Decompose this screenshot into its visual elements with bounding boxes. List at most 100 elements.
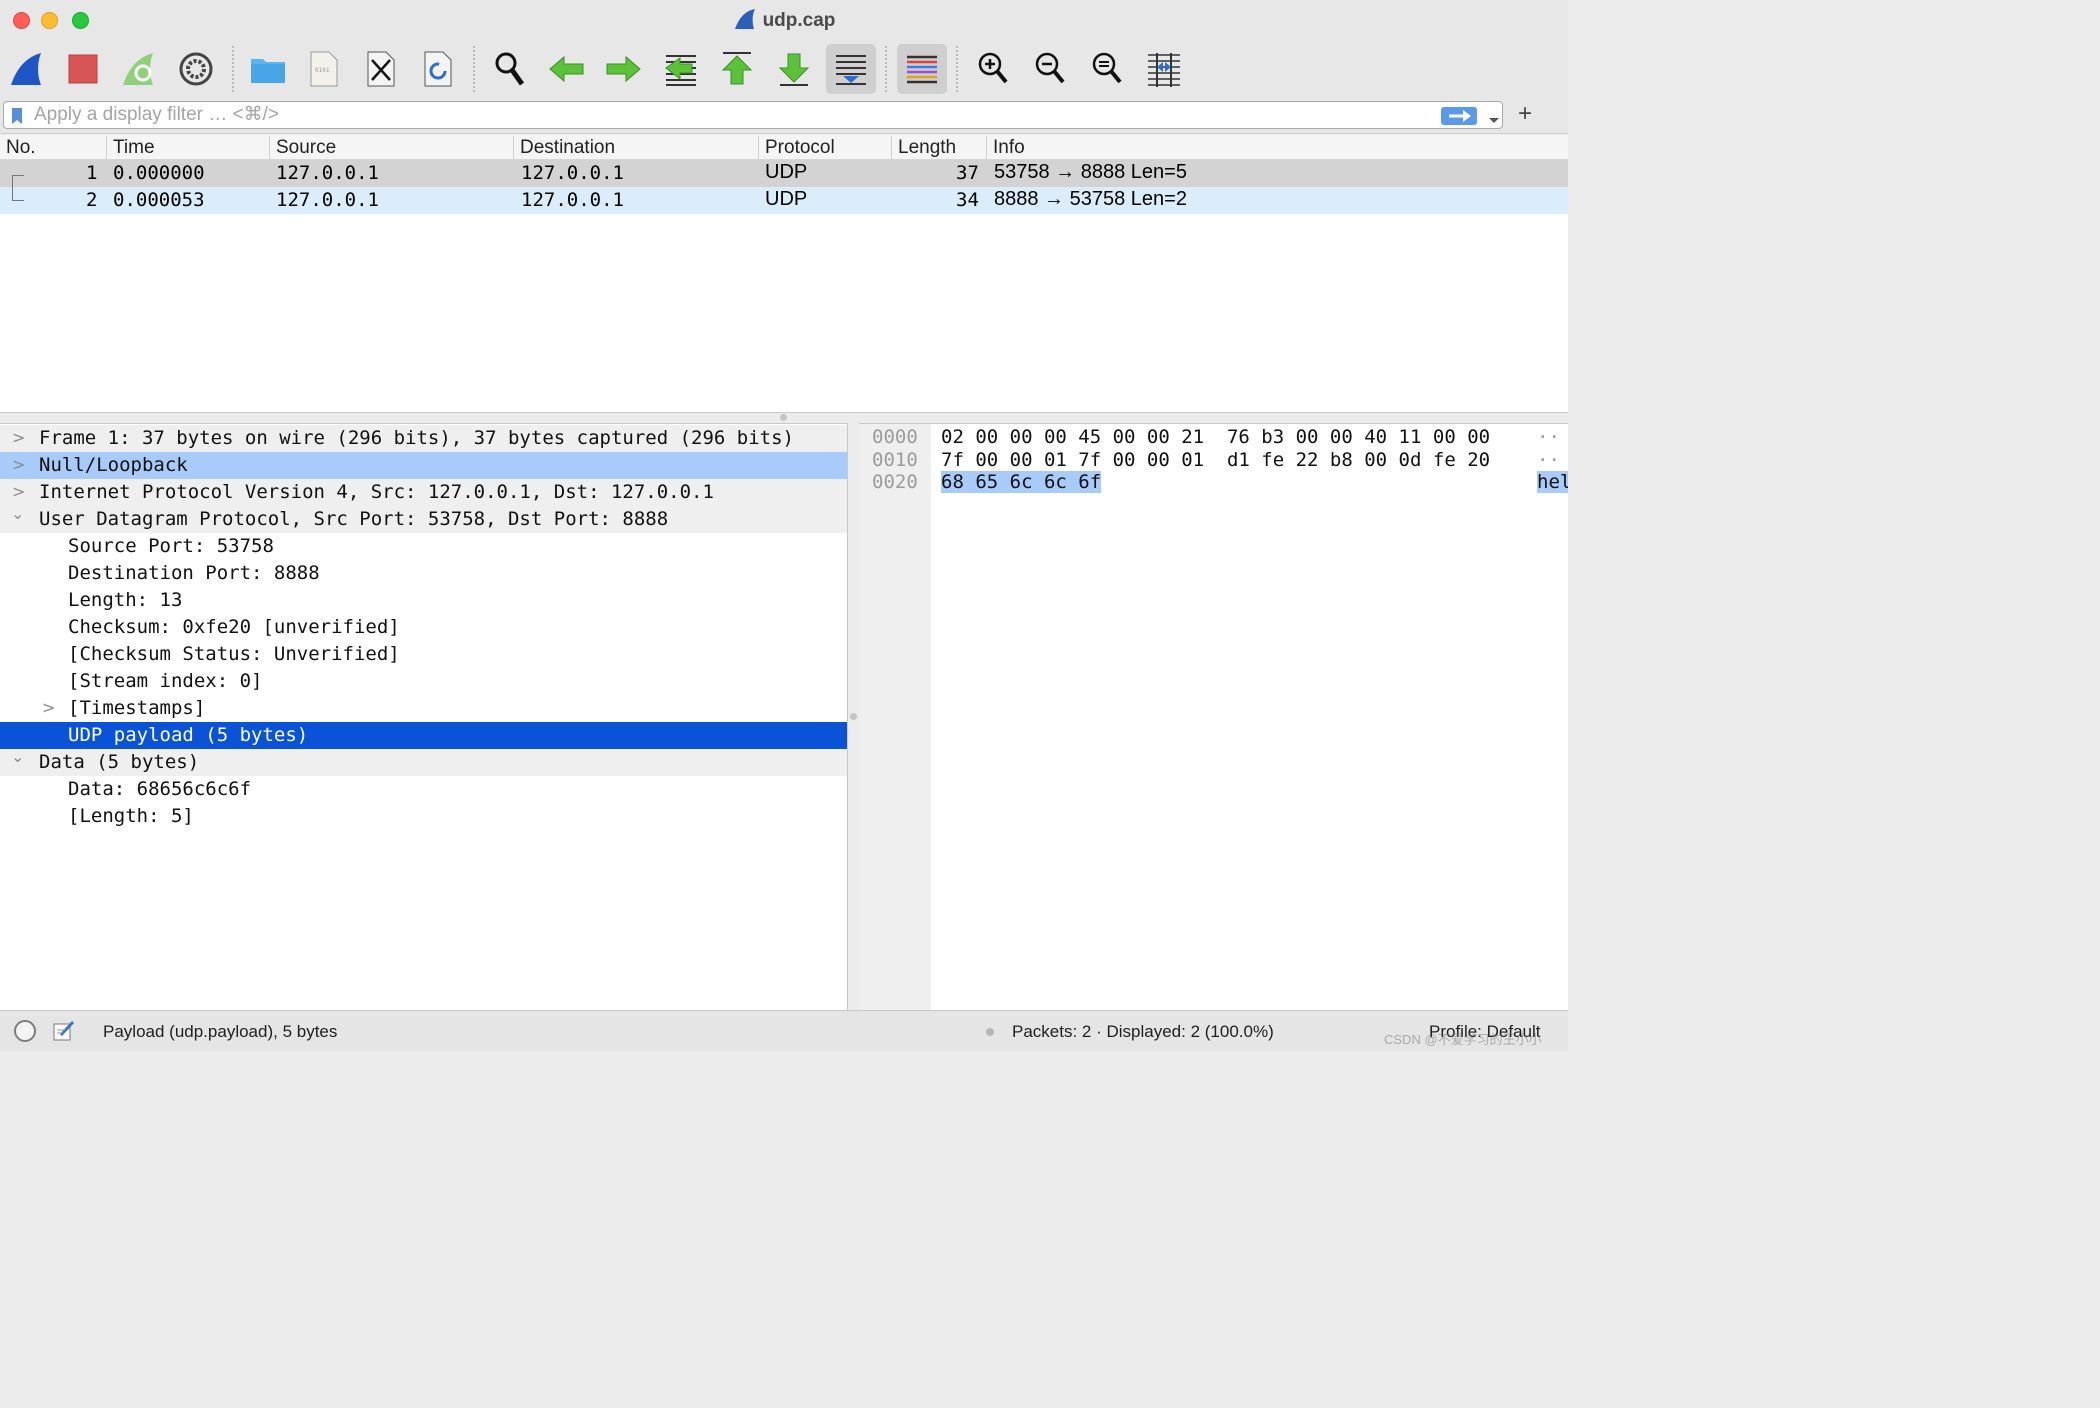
resize-columns-button[interactable] (1139, 44, 1189, 94)
normal-size-button[interactable] (1082, 44, 1132, 94)
packet-info: 8888 → 53758 Len=2 (994, 188, 1187, 210)
tree-item-stream-index[interactable]: [Stream index: 0] (0, 668, 847, 695)
toolbar-separator (885, 46, 887, 92)
tree-item-source-port[interactable]: Source Port: 53758 (0, 533, 847, 560)
tree-item-label: Data: 68656c6c6f (68, 778, 252, 800)
packet-length: 37 (956, 162, 979, 184)
packet-details-tree: > Frame 1: 37 bytes on wire (296 bits), … (0, 423, 848, 1010)
zoom-in-button[interactable] (968, 44, 1018, 94)
auto-scroll-button[interactable] (826, 44, 876, 94)
tree-item-timestamps[interactable]: > [Timestamps] (0, 695, 847, 722)
packet-row[interactable]: 1 0.000000 127.0.0.1 127.0.0.1 UDP 37 53… (0, 160, 1568, 187)
start-capture-button[interactable] (2, 44, 52, 94)
bookmark-icon[interactable] (10, 107, 24, 130)
arrow-up-icon (721, 52, 753, 85)
splitter-handle[interactable] (850, 713, 857, 720)
window-title-text: udp.cap (762, 10, 836, 31)
toolbar-separator (956, 46, 958, 92)
stop-icon (68, 54, 98, 84)
tree-item-checksum-status[interactable]: [Checksum Status: Unverified] (0, 641, 847, 668)
watermark: CSDN @不爱学习的王小小 (1384, 1032, 1542, 1047)
horizontal-splitter-handle[interactable] (780, 414, 787, 421)
auto-scroll-icon (836, 55, 866, 85)
open-file-button[interactable] (243, 44, 293, 94)
bytes-hex-highlighted[interactable]: 68 65 6c 6c 6f (941, 471, 1102, 493)
chevron-down-icon[interactable]: ⌄ (11, 504, 24, 524)
column-header-source[interactable]: Source (269, 136, 514, 159)
display-filter-input[interactable] (34, 104, 1424, 126)
add-filter-button[interactable]: + (1518, 100, 1532, 128)
tree-item-ipv4[interactable]: > Internet Protocol Version 4, Src: 127.… (0, 479, 847, 506)
reload-file-button[interactable] (413, 44, 463, 94)
tree-item-checksum[interactable]: Checksum: 0xfe20 [unverified] (0, 614, 847, 641)
find-packet-button[interactable] (485, 44, 535, 94)
display-filter-bar: + (0, 98, 1568, 134)
status-bar: Payload (udp.payload), 5 bytes Packets: … (0, 1010, 1568, 1051)
capture-options-button[interactable] (171, 44, 221, 94)
packet-destination: 127.0.0.1 (521, 189, 624, 211)
zoom-out-button[interactable] (1025, 44, 1075, 94)
go-to-packet-button[interactable] (656, 44, 706, 94)
tree-item-data-value[interactable]: Data: 68656c6c6f (0, 776, 847, 803)
bytes-offset: 0020 (872, 471, 918, 493)
capture-comment-icon[interactable] (52, 1018, 76, 1047)
packet-protocol: UDP (765, 188, 808, 210)
packet-list: No. Time Source Destination Protocol Len… (0, 135, 1568, 413)
tree-item-udp-payload[interactable]: UDP payload (5 bytes) (0, 722, 847, 749)
bytes-ascii[interactable]: ·· (1537, 426, 1560, 448)
bytes-hex[interactable]: 7f 00 00 01 7f 00 00 01 d1 fe 22 b8 00 0… (941, 449, 1490, 471)
tree-item-destination-port[interactable]: Destination Port: 8888 (0, 560, 847, 587)
tree-item-length[interactable]: Length: 13 (0, 587, 847, 614)
tree-item-label: Null/Loopback (39, 454, 188, 476)
restart-capture-button[interactable] (114, 44, 164, 94)
apply-filter-button[interactable] (1441, 107, 1477, 125)
tree-item-null-loopback[interactable]: > Null/Loopback (0, 452, 847, 479)
colorize-icon (907, 55, 937, 84)
column-header-time[interactable]: Time (106, 136, 270, 159)
restart-icon (123, 53, 153, 85)
vertical-splitter[interactable] (849, 423, 859, 1010)
column-header-info[interactable]: Info (986, 136, 1568, 159)
bytes-hex[interactable]: 02 00 00 00 45 00 00 21 76 b3 00 00 40 1… (941, 426, 1490, 448)
tree-item-label: User Datagram Protocol, Src Port: 53758,… (39, 508, 669, 530)
last-packet-button[interactable] (769, 44, 819, 94)
tree-item-udp[interactable]: ⌄ User Datagram Protocol, Src Port: 5375… (0, 504, 847, 533)
packet-protocol: UDP (765, 161, 808, 183)
column-header-no[interactable]: No. (0, 136, 106, 159)
bytes-ascii-highlighted[interactable]: hel (1537, 471, 1568, 493)
save-file-button[interactable]: 0101 (299, 44, 349, 94)
tree-item-frame[interactable]: > Frame 1: 37 bytes on wire (296 bits), … (0, 425, 847, 452)
chevron-right-icon[interactable]: > (12, 482, 25, 502)
tree-item-label: UDP payload (5 bytes) (68, 724, 309, 746)
arrow-right-icon (1449, 110, 1471, 122)
packet-no: 2 (86, 189, 98, 211)
packet-no: 1 (86, 162, 98, 184)
tree-item-label: Source Port: 53758 (68, 535, 274, 557)
chevron-right-icon[interactable]: > (12, 455, 25, 475)
tree-item-data[interactable]: ⌄ Data (5 bytes) (0, 747, 847, 776)
close-file-button[interactable] (356, 44, 406, 94)
first-packet-button[interactable] (712, 44, 762, 94)
column-header-destination[interactable]: Destination (513, 136, 758, 159)
column-header-protocol[interactable]: Protocol (758, 136, 891, 159)
packet-count-status: Packets: 2 · Displayed: 2 (100.0%) (1012, 1022, 1274, 1041)
stop-capture-button[interactable] (58, 44, 108, 94)
tree-item-label: Destination Port: 8888 (68, 562, 320, 584)
tree-item-data-length[interactable]: [Length: 5] (0, 803, 847, 830)
gear-icon (179, 52, 213, 86)
colorize-button[interactable] (897, 44, 947, 94)
bytes-ascii[interactable]: ·· (1537, 449, 1560, 471)
document-icon: 0101 (310, 51, 338, 87)
toolbar-separator (473, 46, 475, 92)
chevron-down-icon[interactable] (1488, 112, 1500, 130)
chevron-right-icon[interactable]: > (12, 428, 25, 448)
expert-info-icon[interactable] (14, 1020, 36, 1042)
packet-row[interactable]: 2 0.000053 127.0.0.1 127.0.0.1 UDP 34 88… (0, 187, 1568, 214)
toolbar-separator (232, 46, 234, 92)
chevron-down-icon[interactable]: ⌄ (11, 747, 24, 767)
go-back-button[interactable] (542, 44, 592, 94)
display-filter-box (3, 101, 1503, 129)
chevron-right-icon[interactable]: > (42, 698, 55, 718)
go-forward-button[interactable] (598, 44, 648, 94)
column-header-length[interactable]: Length (891, 136, 987, 159)
